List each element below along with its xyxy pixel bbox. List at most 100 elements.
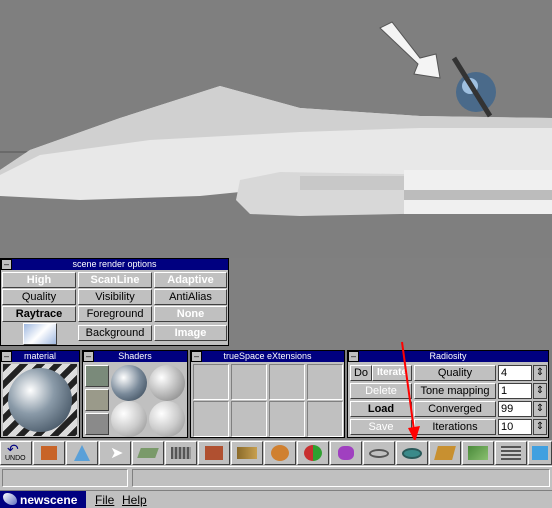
render-options-title: scene render options <box>72 259 157 269</box>
shader-sphere-4[interactable] <box>149 401 185 437</box>
boolean-button[interactable] <box>462 441 494 465</box>
undo-label: UNDO <box>5 455 26 462</box>
extension-slot[interactable] <box>269 364 305 400</box>
spline-button[interactable] <box>363 441 395 465</box>
pointer-icon: ➤ <box>110 445 124 462</box>
cube-button[interactable] <box>528 441 552 465</box>
boolean-icon <box>468 446 488 460</box>
annotation-arrow <box>401 341 420 442</box>
material-panel: – material <box>0 350 80 438</box>
quality-value[interactable]: 4 <box>498 365 532 381</box>
radiosity-button[interactable] <box>396 441 428 465</box>
radiosity-title: Radiosity <box>429 351 467 361</box>
extension-slot[interactable] <box>307 364 343 400</box>
main-toolbar: ↶ UNDO ➤ <box>0 440 552 466</box>
status-field-left <box>2 469 128 487</box>
help-menu[interactable]: Help <box>122 493 147 507</box>
material-button[interactable] <box>297 441 329 465</box>
3d-viewport[interactable] <box>0 0 552 258</box>
render-scene-button[interactable] <box>231 441 263 465</box>
iterations-value[interactable]: 10 <box>498 419 532 435</box>
object-tool-button[interactable] <box>132 441 164 465</box>
radiosity-icon <box>402 448 422 459</box>
tone-mapping-label: Tone mapping <box>414 383 496 399</box>
object-library-button[interactable] <box>33 441 65 465</box>
extension-slot[interactable] <box>193 364 229 400</box>
spline-icon <box>369 449 389 458</box>
grid-button[interactable] <box>495 441 527 465</box>
material-icon <box>304 445 322 461</box>
deform-icon <box>434 446 456 460</box>
quality-label: Quality <box>414 365 496 381</box>
shader-sphere-2[interactable] <box>149 365 185 401</box>
pointer-button[interactable]: ➤ <box>99 441 131 465</box>
visibility-button[interactable]: Visibility <box>78 289 152 305</box>
render-scene-icon <box>237 447 257 459</box>
material-sphere-icon <box>8 368 72 432</box>
render-options-panel: – scene render options High ScanLine Ada… <box>0 258 229 346</box>
adaptive-button[interactable]: Adaptive <box>154 272 227 288</box>
quality-button[interactable]: Quality <box>2 289 76 305</box>
material-title: material <box>23 351 56 361</box>
cube-icon <box>532 446 548 460</box>
reflectance-shader-button[interactable] <box>85 389 109 411</box>
foreground-button[interactable]: Foreground <box>78 306 152 322</box>
high-button[interactable]: High <box>2 272 76 288</box>
tone-mapping-value[interactable]: 1 <box>498 383 532 399</box>
none-button[interactable]: None <box>154 306 227 322</box>
extension-slot[interactable] <box>307 401 343 437</box>
lights-button[interactable] <box>330 441 362 465</box>
raytrace-button[interactable]: Raytrace <box>2 306 76 322</box>
extension-slot[interactable] <box>193 401 229 437</box>
color-shader-button[interactable] <box>85 365 109 387</box>
converged-spinner[interactable]: ⇕ <box>533 401 547 417</box>
render-object-icon <box>205 446 223 460</box>
tone-mapping-spinner[interactable]: ⇕ <box>533 383 547 399</box>
shader-sphere-3[interactable] <box>111 401 147 437</box>
move-icon <box>171 447 191 459</box>
extensions-panel: – trueSpace eXtensions <box>190 350 345 438</box>
extension-slot[interactable] <box>269 401 305 437</box>
panel-close-button[interactable]: – <box>348 351 359 362</box>
antialias-button[interactable]: AntiAlias <box>154 289 227 305</box>
object-library-icon <box>41 446 57 460</box>
material-preview[interactable] <box>3 364 77 436</box>
file-menu[interactable]: File <box>95 493 114 507</box>
quality-spinner[interactable]: ⇕ <box>533 365 547 381</box>
paint-button[interactable] <box>66 441 98 465</box>
image-button[interactable]: Image <box>154 325 227 341</box>
radiosity-panel: – Radiosity Do Iterate Delete Load Save … <box>347 350 549 438</box>
render-object-button[interactable] <box>198 441 230 465</box>
background-button[interactable]: Background <box>78 325 152 341</box>
panel-close-button[interactable]: – <box>1 351 12 362</box>
paint-icon <box>74 445 90 461</box>
primitives-button[interactable] <box>264 441 296 465</box>
panel-close-button[interactable]: – <box>191 351 202 362</box>
status-bar <box>0 466 552 490</box>
undo-button[interactable]: ↶ UNDO <box>0 441 32 465</box>
object-tool-icon <box>137 448 159 458</box>
scanline-button[interactable]: ScanLine <box>78 272 152 288</box>
panel-close-button[interactable]: – <box>1 259 12 270</box>
extension-slot[interactable] <box>231 364 267 400</box>
scene-name: newscene <box>20 493 78 507</box>
lights-icon <box>338 446 354 460</box>
shader-sphere-1[interactable] <box>111 365 147 401</box>
truespace-logo-icon <box>3 493 17 505</box>
deform-button[interactable] <box>429 441 461 465</box>
converged-value[interactable]: 99 <box>498 401 532 417</box>
do-button[interactable]: Do <box>350 365 372 381</box>
raytrace-preview-icon[interactable] <box>23 323 57 345</box>
displacement-shader-button[interactable] <box>85 413 109 435</box>
converged-label: Converged <box>414 401 496 417</box>
move-button[interactable] <box>165 441 197 465</box>
material-title-bar: – material <box>1 351 79 362</box>
primitives-icon <box>271 445 289 461</box>
extension-slot[interactable] <box>231 401 267 437</box>
shaders-title: Shaders <box>118 351 152 361</box>
menu-bar: newscene File Help <box>0 490 552 508</box>
panel-close-button[interactable]: – <box>83 351 94 362</box>
radiosity-title-bar: – Radiosity <box>348 351 548 362</box>
iterations-spinner[interactable]: ⇕ <box>533 419 547 435</box>
scene-tab[interactable]: newscene <box>0 491 86 508</box>
